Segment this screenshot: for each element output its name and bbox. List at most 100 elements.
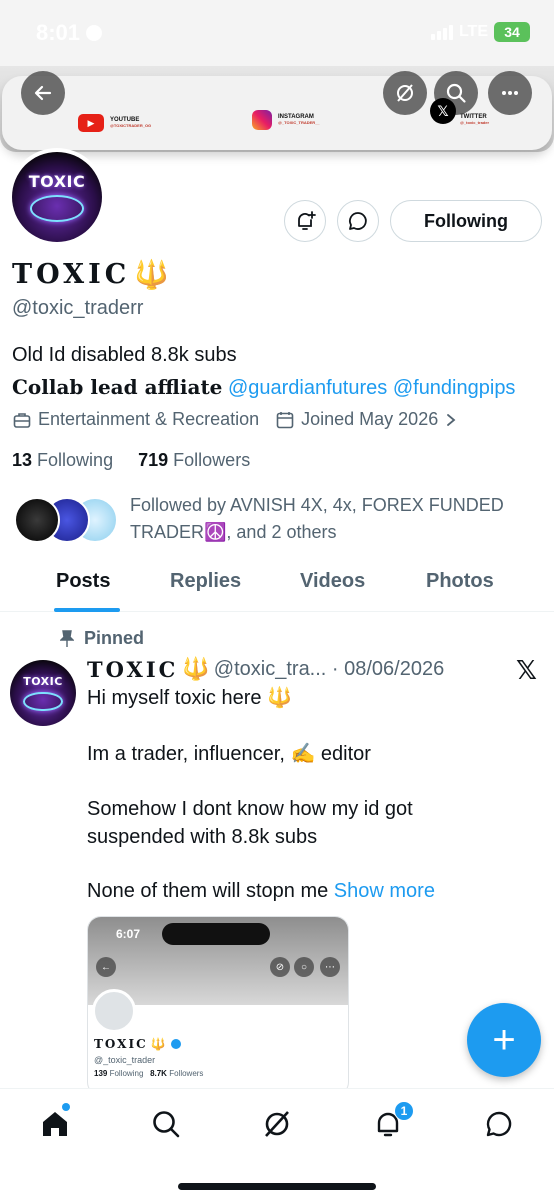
post-author-avatar[interactable]: TOXIC — [10, 660, 76, 726]
bio-link-fundingpips[interactable]: @fundingpips — [393, 377, 516, 399]
compose-post-button[interactable]: + — [467, 1003, 541, 1077]
x-logo-icon: 𝕏 — [516, 655, 537, 685]
chat-bubble-icon — [349, 212, 367, 230]
follower-avatar-1 — [14, 497, 60, 543]
follow-counts: 13 Following 719 Followers — [12, 450, 250, 471]
profile-meta: Entertainment & Recreation Joined May 20… — [12, 409, 458, 430]
followers-link[interactable]: 719 Followers — [138, 450, 250, 470]
media-time: 6:07 — [116, 927, 141, 941]
followed-by-avatars[interactable] — [14, 497, 118, 545]
bottom-navigation: 1 — [0, 1088, 554, 1200]
trident-emoji: 🔱 — [134, 258, 174, 291]
post-author-emoji: 🔱 — [182, 656, 210, 681]
media-avatar — [92, 989, 136, 1033]
avatar-image: TOXIC — [12, 152, 102, 242]
tab-replies[interactable]: Replies — [170, 570, 241, 593]
media-search-icon: ○ — [294, 957, 314, 977]
nav-home[interactable] — [38, 1107, 72, 1141]
post-handle-date: @toxic_tra... · 08/06/2026 — [213, 657, 445, 680]
media-more-icon: ⋯ — [320, 957, 340, 977]
nav-search[interactable] — [149, 1107, 183, 1141]
banner-twitter-label: TWITTER — [460, 114, 487, 120]
tab-videos[interactable]: Videos — [300, 570, 365, 593]
more-icon — [502, 91, 518, 95]
post-line-5: None of them will stopn me Show more — [87, 877, 435, 905]
profile-tabs: Posts Replies Videos Photos — [0, 560, 554, 612]
notify-button[interactable] — [284, 200, 326, 242]
search-icon — [153, 1111, 180, 1138]
status-time-group: 8:01 — [36, 20, 103, 46]
media-counts: 139 Following 8.7K Followers — [94, 1069, 203, 1078]
media-handle: @_toxic_trader — [94, 1055, 156, 1065]
banner-instagram-handle: @_TOXIC_TRADER__ — [278, 120, 320, 126]
show-more-link[interactable]: Show more — [334, 880, 435, 902]
followed-by-line-2: TRADER☮️, and 2 others — [130, 522, 337, 542]
profile-handle: @toxic_traderr — [12, 297, 144, 319]
following-count: 13 — [12, 450, 33, 470]
status-bar: 8:01 LTE 34 — [0, 0, 554, 66]
bell-plus-icon — [298, 211, 316, 230]
media-followers-label: Followers — [169, 1069, 204, 1078]
instagram-icon — [252, 110, 272, 130]
banner-instagram: INSTAGRAM @_TOXIC_TRADER__ — [252, 110, 320, 130]
signal-icon — [430, 24, 453, 40]
following-link[interactable]: 13 Following — [12, 450, 113, 470]
grok-button[interactable] — [383, 71, 427, 115]
nav-grok[interactable] — [260, 1107, 294, 1141]
media-name-text: TOXIC — [94, 1037, 148, 1051]
post-line-1: Hi myself toxic here 🔱 — [87, 687, 292, 709]
grok-icon — [397, 84, 413, 102]
media-followers-count: 8.7K — [150, 1069, 167, 1078]
bio-link-guardianfutures[interactable]: @guardianfutures — [228, 377, 387, 399]
post-author-name[interactable]: TOXIC — [87, 657, 178, 682]
post-header: TOXIC 🔱 @toxic_tra... · 08/06/2026 — [87, 656, 444, 682]
profile-joined[interactable]: Joined May 2026 — [301, 409, 438, 430]
profile-avatar[interactable]: TOXIC — [8, 148, 106, 246]
calendar-icon — [276, 411, 294, 428]
followers-count: 719 — [138, 450, 169, 470]
post-line-5-text: None of them will stopn me — [87, 880, 329, 902]
followed-by-line-1: Followed by AVNISH 4X, 4x, FOREX FUNDED — [130, 495, 504, 515]
banner-instagram-label: INSTAGRAM — [278, 114, 314, 120]
banner-youtube: ▶ YOUTUBE @TOXICTRADER_OG — [78, 114, 151, 132]
post-line-4: suspended with 8.8k subs — [87, 826, 318, 848]
chevron-right-icon[interactable] — [444, 413, 458, 427]
media-following-label: Following — [109, 1069, 144, 1078]
compose-plus-icon: + — [492, 1017, 516, 1062]
post-line-2: Im a trader, influencer, ✍️ editor — [87, 743, 371, 765]
back-button[interactable] — [21, 71, 65, 115]
nav-messages[interactable] — [482, 1107, 516, 1141]
banner-twitter-handle: @_toxic_trader — [460, 120, 490, 126]
banner-x-icon: 𝕏 — [430, 98, 456, 124]
media-grok-icon: ⊘ — [270, 957, 290, 977]
home-icon — [43, 1112, 67, 1136]
banner-youtube-label: YOUTUBE — [110, 117, 140, 123]
home-indicator — [178, 1183, 376, 1190]
grok-icon — [265, 1111, 289, 1137]
youtube-icon: ▶ — [78, 114, 104, 132]
media-dynamic-island — [162, 923, 270, 945]
media-banner: 6:07 ← ⊘ ○ ⋯ — [88, 917, 348, 1005]
banner-youtube-handle: @TOXICTRADER_OG — [110, 123, 152, 129]
bio-line-2-text: Collab lead affliate — [12, 375, 223, 399]
briefcase-icon — [13, 412, 31, 428]
network-label: LTE — [458, 23, 488, 40]
tab-photos[interactable]: Photos — [426, 570, 494, 593]
post-media-image[interactable]: 6:07 ← ⊘ ○ ⋯ TOXIC 🔱 @_toxic_trader 139 … — [87, 916, 349, 1096]
pin-icon — [60, 629, 74, 647]
post-avatar-ring — [23, 691, 63, 712]
following-button[interactable]: Following — [390, 200, 542, 242]
followed-by-text[interactable]: Followed by AVNISH 4X, 4x, FOREX FUNDED … — [130, 492, 530, 546]
battery-icon: 34 — [494, 22, 530, 42]
chat-bubble-icon — [486, 1111, 512, 1137]
post-line-3: Somehow I dont know how my id got — [87, 798, 413, 820]
more-options-button[interactable] — [488, 71, 532, 115]
media-back-icon: ← — [96, 957, 116, 977]
message-button[interactable] — [337, 200, 379, 242]
post-avatar-image: TOXIC — [10, 660, 76, 726]
banner-twitter: TWITTER @_toxic_trader — [460, 114, 489, 126]
tab-posts[interactable]: Posts — [56, 570, 110, 593]
media-name: TOXIC 🔱 — [94, 1037, 181, 1051]
media-verified-icon — [170, 1039, 181, 1049]
avatar-ring — [30, 195, 84, 223]
